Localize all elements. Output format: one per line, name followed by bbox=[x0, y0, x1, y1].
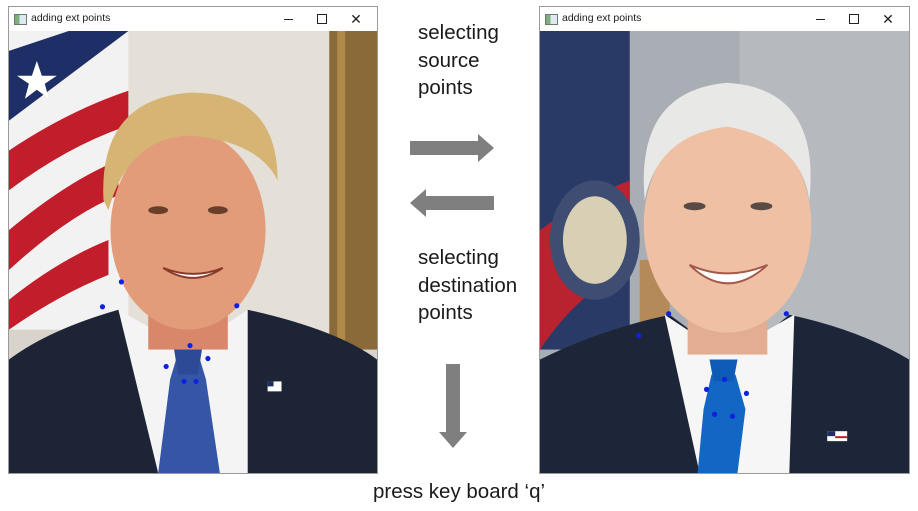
app-icon bbox=[14, 14, 27, 25]
minimize-button[interactable] bbox=[271, 7, 305, 31]
maximize-button[interactable] bbox=[305, 7, 339, 31]
minimize-button[interactable] bbox=[803, 7, 837, 31]
destination-label-line-2: destination bbox=[418, 273, 518, 297]
left-titlebar[interactable]: adding ext points ✕ bbox=[9, 7, 377, 32]
close-icon: ✕ bbox=[350, 10, 362, 27]
source-label-line-3: points bbox=[418, 76, 473, 99]
destination-label-line-3: points bbox=[418, 301, 473, 324]
maximize-icon bbox=[849, 14, 859, 24]
source-label-line-2: source bbox=[418, 48, 480, 72]
destination-portrait bbox=[540, 31, 909, 473]
source-image-canvas[interactable] bbox=[9, 31, 377, 473]
arrow-left-icon bbox=[410, 189, 494, 217]
instruction-footer: press key board ‘q’ bbox=[372, 480, 546, 503]
left-window-title: adding ext points bbox=[31, 12, 111, 24]
close-button[interactable]: ✕ bbox=[339, 7, 373, 31]
right-window-title: adding ext points bbox=[562, 12, 642, 24]
left-window: adding ext points ✕ bbox=[8, 6, 378, 474]
maximize-button[interactable] bbox=[837, 7, 871, 31]
maximize-icon bbox=[317, 14, 327, 24]
source-points-label: selecting source points bbox=[418, 19, 499, 102]
app-icon bbox=[545, 14, 558, 25]
arrow-right-icon bbox=[410, 134, 494, 162]
destination-label-line-1: selecting bbox=[418, 246, 499, 269]
minimize-icon bbox=[815, 18, 825, 20]
source-portrait bbox=[9, 31, 377, 473]
right-titlebar[interactable]: adding ext points ✕ bbox=[540, 7, 909, 32]
minimize-icon bbox=[283, 18, 293, 20]
destination-points-label: selecting destination points bbox=[418, 244, 517, 327]
source-label-line-1: selecting bbox=[418, 21, 499, 44]
close-icon: ✕ bbox=[882, 10, 894, 27]
right-window: adding ext points ✕ bbox=[539, 6, 910, 474]
arrow-down-icon bbox=[439, 364, 467, 448]
close-button[interactable]: ✕ bbox=[871, 7, 905, 31]
destination-image-canvas[interactable] bbox=[540, 31, 909, 473]
